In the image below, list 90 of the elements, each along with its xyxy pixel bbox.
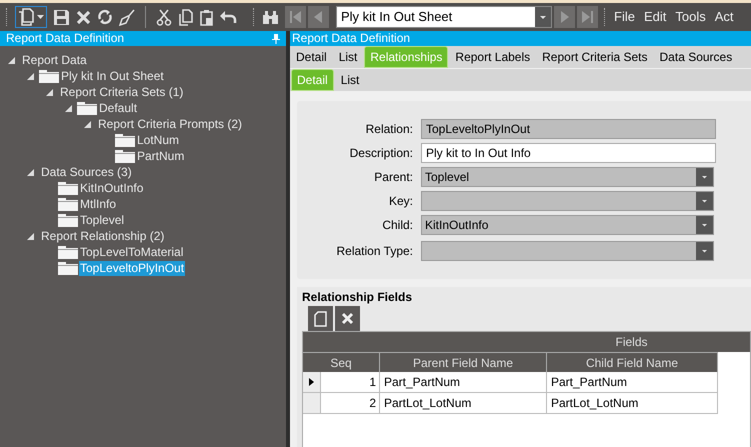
dropdown-field[interactable]: Toplevel (421, 166, 714, 186)
delete-row-button[interactable] (335, 306, 360, 331)
panel-title: Report Data Definition (292, 31, 410, 46)
caret-icon (37, 15, 44, 19)
undo-icon[interactable] (220, 10, 237, 24)
expanded-arrow-icon[interactable] (27, 232, 34, 240)
tab[interactable]: Detail (291, 46, 332, 68)
tree-item[interactable]: LotNum (136, 132, 180, 148)
close-icon (341, 312, 354, 325)
close-icon[interactable] (76, 10, 91, 24)
field-label: Relation Type: (336, 243, 414, 260)
field-label: Relation: (364, 120, 414, 138)
folder-icon (58, 262, 78, 274)
copy-icon[interactable] (178, 8, 193, 26)
tree-item[interactable]: Toplevel (79, 212, 126, 228)
folder-icon (77, 102, 97, 114)
tab[interactable]: List (336, 69, 364, 91)
current-row-icon (309, 378, 314, 386)
table-cell: Part_PartNum (547, 372, 718, 392)
record-combobox[interactable]: Ply kit In Out Sheet (336, 6, 552, 28)
tree-item[interactable]: MtlInfo (79, 196, 118, 212)
table-cell: PartLot_LotNum (547, 393, 718, 413)
tree-item[interactable]: Ply kit In Out Sheet (60, 68, 165, 84)
broom-icon[interactable] (119, 8, 135, 26)
expanded-arrow-icon[interactable] (46, 88, 53, 96)
tree-item[interactable]: Report Relationship (2) (40, 228, 166, 244)
field-label: Key: (388, 192, 414, 210)
field-label: Parent: (373, 168, 414, 186)
new-button[interactable] (15, 6, 47, 28)
column-header[interactable]: Child Field Name (547, 352, 718, 372)
column-header[interactable]: Parent Field Name (380, 352, 547, 372)
folder-icon (115, 150, 135, 162)
expanded-arrow-icon[interactable] (84, 120, 91, 128)
expanded-arrow-icon[interactable] (8, 56, 15, 64)
tree-item[interactable]: Report Criteria Sets (1) (59, 84, 184, 100)
page-icon (314, 310, 327, 326)
menu-item[interactable]: Act (714, 7, 734, 27)
table-cell: PartLot_LotNum (380, 393, 547, 413)
refresh-icon[interactable] (97, 9, 113, 25)
input-field[interactable]: Ply kit to In Out Info (421, 142, 716, 162)
dropdown-field[interactable]: KitInOutInfo (421, 214, 714, 234)
field-label: Description: (348, 144, 414, 162)
folder-icon (58, 182, 78, 194)
pin-icon[interactable] (272, 34, 280, 44)
table-cell: 2 (321, 393, 380, 413)
scissors-icon[interactable] (156, 8, 172, 26)
folder-icon (58, 198, 78, 210)
column-header[interactable]: Seq (303, 352, 380, 372)
field-label: Child: (381, 216, 414, 234)
menu-item[interactable]: File (614, 7, 635, 27)
expanded-arrow-icon[interactable] (65, 104, 72, 112)
caret-icon (696, 216, 713, 234)
tab[interactable]: Report Labels (450, 46, 536, 68)
folder-icon (58, 214, 78, 226)
tree-item[interactable]: Report Criteria Prompts (2) (97, 116, 244, 132)
folder-icon (115, 134, 135, 146)
menu-item[interactable]: Tools (675, 7, 706, 27)
panel-title: Report Data Definition (6, 31, 124, 46)
table-cell: Part_PartNum (380, 372, 547, 392)
tree-item[interactable]: KitInOutInfo (79, 180, 144, 196)
new-row-button[interactable] (308, 306, 333, 331)
table-cell: 1 (321, 372, 380, 392)
dropdown-field[interactable] (421, 190, 714, 210)
tree-item[interactable]: PartNum (136, 148, 186, 164)
tab[interactable]: Data Sources (654, 46, 738, 68)
tree-item[interactable]: Default (98, 100, 138, 116)
caret-icon (696, 192, 713, 210)
pages-icon (18, 8, 34, 26)
binoculars-icon[interactable] (262, 10, 279, 24)
tab[interactable]: Report Criteria Sets (537, 46, 653, 68)
row-selector[interactable] (303, 372, 321, 392)
caret-icon (535, 7, 551, 27)
tree-item[interactable]: TopLeveltoPlyInOut (79, 260, 186, 276)
folder-icon (58, 246, 78, 258)
expanded-arrow-icon[interactable] (27, 72, 34, 80)
section-title: Relationship Fields (302, 289, 414, 304)
tab[interactable]: List (334, 46, 362, 68)
caret-icon (696, 242, 713, 260)
combobox-value: Ply kit In Out Sheet (341, 8, 452, 26)
tree-item[interactable]: Data Sources (3) (40, 164, 133, 180)
expanded-arrow-icon[interactable] (27, 168, 34, 176)
clipboard-icon[interactable] (199, 8, 214, 26)
tree-item[interactable]: Report Data (21, 52, 88, 68)
folder-icon (39, 70, 59, 82)
menu-item[interactable]: Edit (644, 7, 666, 27)
caret-icon (696, 168, 713, 186)
tree-item[interactable]: TopLevelToMaterial (79, 244, 184, 260)
save-icon[interactable] (53, 8, 70, 26)
dropdown-field[interactable] (421, 241, 714, 261)
grid-band-header: Fields (303, 332, 750, 352)
